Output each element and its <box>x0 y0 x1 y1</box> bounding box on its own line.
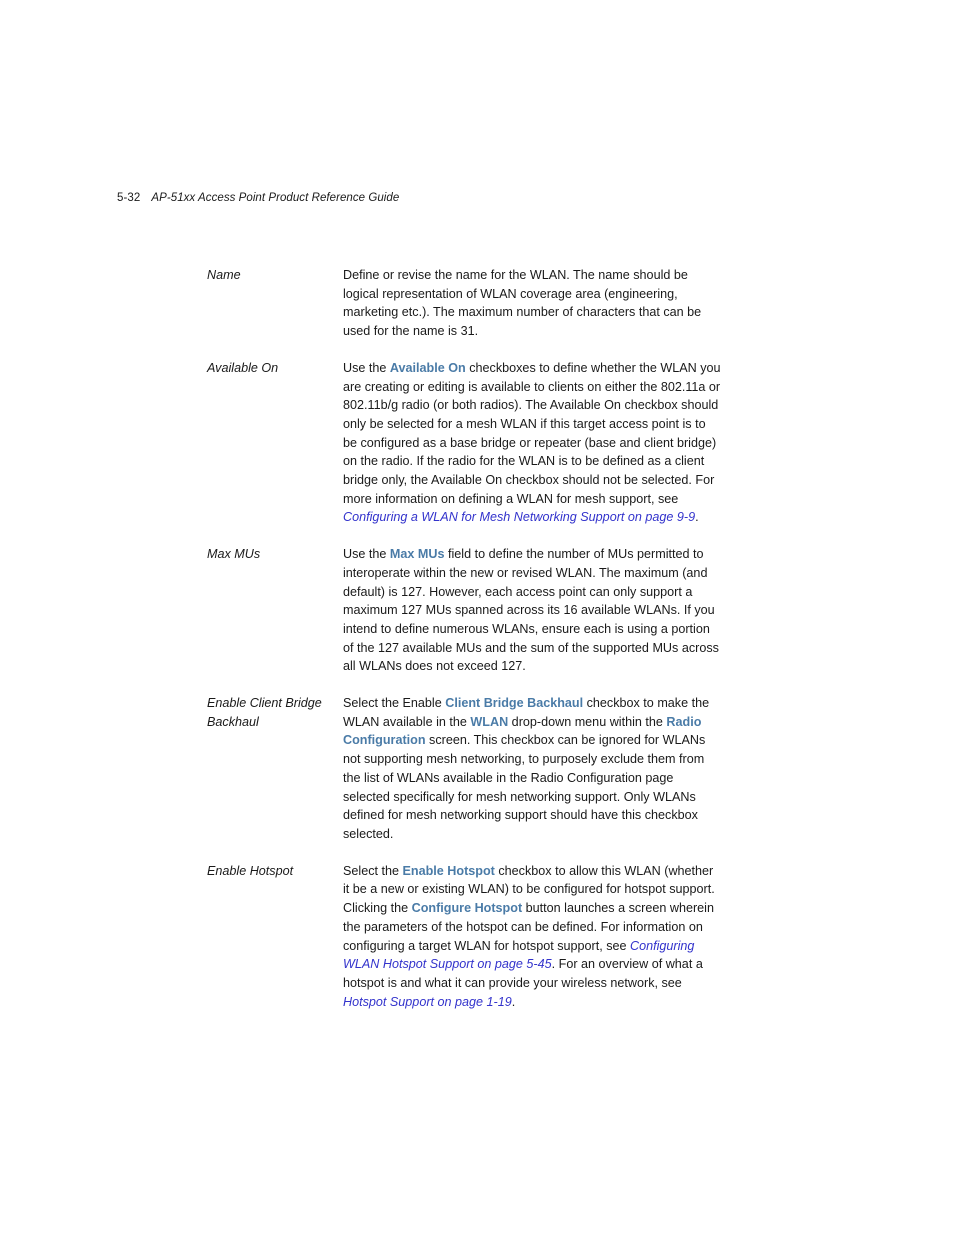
body-text: Select the Enable <box>343 696 446 711</box>
definition-row: Max MUs Use the Max MUs field to define t… <box>207 545 723 676</box>
body-text: Use the <box>343 547 390 562</box>
parameter-description: Define or revise the name for the WLAN. … <box>343 266 723 341</box>
parameter-description: Select the Enable Hotspot checkbox to al… <box>343 862 723 1012</box>
parameter-name: Enable Hotspot <box>207 863 294 878</box>
book-title: AP-51xx Access Point Product Reference G… <box>151 192 400 204</box>
page-number: 5-32 <box>117 192 141 204</box>
ui-control-name: WLAN <box>470 714 509 729</box>
definition-row: Enable Client Bridge Backhaul Select the … <box>207 694 723 844</box>
body-text: Use the <box>343 360 390 375</box>
definition-row: Available On Use the Available On checkbo… <box>207 359 723 527</box>
description-paragraph: Use the Available On checkboxes to defin… <box>343 359 723 527</box>
parameter-description: Use the Max MUs field to define the numb… <box>343 545 723 676</box>
parameter-description: Use the Available On checkboxes to defin… <box>343 359 723 527</box>
parameter-name: Enable Client Bridge Backhaul <box>207 696 322 729</box>
ui-control-name: Configure Hotspot <box>411 901 523 916</box>
definition-row: Name Define or revise the name for the WL… <box>207 266 723 341</box>
cross-reference-link[interactable]: Hotspot Support on page 1-19 <box>343 995 512 1009</box>
description-paragraph: Define or revise the name for the WLAN. … <box>343 266 723 341</box>
ui-control-name: Enable Hotspot <box>402 863 495 878</box>
parameter-description: Select the Enable Client Bridge Backhaul… <box>343 694 723 844</box>
body-text: Define or revise the name for the WLAN. … <box>343 268 702 339</box>
body-text: checkboxes to define whether the WLAN yo… <box>343 360 721 506</box>
parameter-definition-list: Name Define or revise the name for the WL… <box>207 266 723 1011</box>
body-text: Select the <box>343 863 403 878</box>
ui-control-name: Client Bridge Backhaul <box>445 696 584 711</box>
body-text: drop-down menu within the <box>508 714 667 729</box>
parameter-name: Available On <box>207 360 279 375</box>
body-text: field to define the number of MUs permit… <box>343 547 719 674</box>
cross-reference-link[interactable]: Configuring a WLAN for Mesh Networking S… <box>343 510 695 524</box>
description-paragraph: Select the Enable Client Bridge Backhaul… <box>343 694 723 844</box>
definition-row: Enable Hotspot Select the Enable Hotspot … <box>207 862 723 1012</box>
parameter-name: Name <box>207 268 241 282</box>
body-text: . <box>511 994 516 1009</box>
body-text: . <box>695 510 699 525</box>
document-page: 5-32 AP-51xx Access Point Product Referen… <box>0 0 954 1235</box>
ui-control-name: Available On <box>389 360 466 375</box>
ui-control-name: Max MUs <box>389 547 445 562</box>
parameter-name: Max MUs <box>207 547 261 562</box>
description-paragraph: Select the Enable Hotspot checkbox to al… <box>343 862 723 1012</box>
running-header: 5-32 AP-51xx Access Point Product Referen… <box>117 191 399 205</box>
body-text: screen. This checkbox can be ignored for… <box>343 733 706 841</box>
description-paragraph: Use the Max MUs field to define the numb… <box>343 545 723 676</box>
